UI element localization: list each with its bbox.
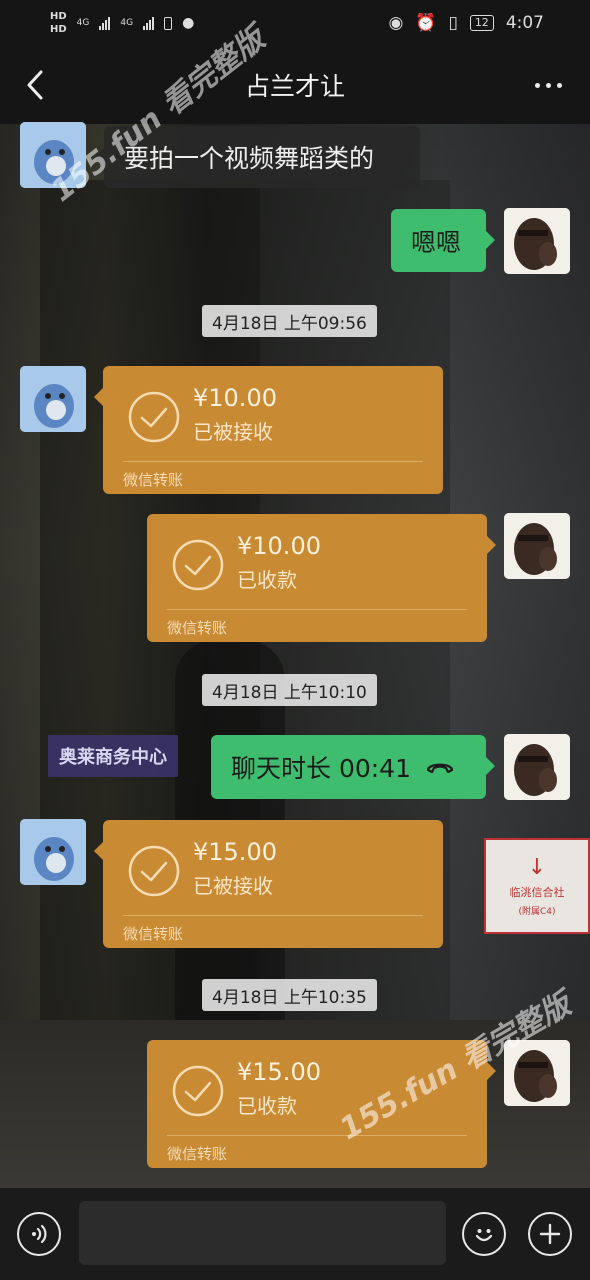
poster-line2: (附属C4) [518, 907, 556, 917]
background-poster: ↓ 临洮信合社 (附属C4) [484, 838, 590, 934]
transfer-amount: ¥15.00 [237, 1058, 321, 1086]
plus-icon [539, 1223, 561, 1245]
poster-line1: 临洮信合社 [509, 886, 565, 899]
contact-avatar[interactable] [20, 366, 86, 432]
dino-avatar-icon [20, 819, 86, 885]
transfer-status: 已收款 [237, 1094, 297, 1118]
poster-arrow-icon: ↓ [527, 855, 547, 880]
signal-icon [99, 16, 111, 30]
dino-avatar-icon [20, 122, 86, 188]
my-avatar[interactable] [504, 513, 570, 579]
man-avatar-icon [504, 734, 570, 800]
man-avatar-icon [504, 513, 570, 579]
alarm-icon: ⏰ [415, 13, 437, 33]
more-button[interactable] [535, 72, 562, 98]
network-type-2: 4G [120, 18, 134, 28]
transfer-label: 微信转账 [167, 619, 228, 637]
background-sign: 奥莱商务中心 [48, 735, 178, 777]
wechat-icon: ● [182, 15, 195, 31]
my-avatar[interactable] [504, 734, 570, 800]
transfer-divider [167, 609, 467, 610]
message-text: 要拍一个视频舞蹈类的 [124, 144, 375, 173]
message-bubble-incoming[interactable]: 要拍一个视频舞蹈类的 [95, 126, 420, 188]
eye-icon: ◉ [388, 13, 404, 33]
man-avatar-icon [504, 1040, 570, 1106]
contact-avatar[interactable] [20, 819, 86, 885]
voice-button[interactable] [17, 1212, 61, 1256]
transfer-status: 已被接收 [193, 874, 273, 898]
transfer-label: 微信转账 [167, 1145, 228, 1163]
transfer-status: 已收款 [237, 568, 297, 592]
input-bar [0, 1188, 590, 1280]
signal-icon-2 [143, 16, 155, 30]
timestamp: 4月18日 上午10:35 [202, 979, 377, 1011]
emoji-button[interactable] [462, 1212, 506, 1256]
message-text: 嗯嗯 [411, 227, 462, 257]
hd-badge-2: HD [50, 24, 67, 35]
call-duration-text: 聊天时长 00:41 [231, 754, 411, 783]
contact-avatar[interactable] [20, 122, 86, 188]
transfer-card-incoming[interactable]: ¥10.00 已被接收 微信转账 [94, 366, 443, 494]
transfer-amount: ¥15.00 [193, 838, 277, 866]
transfer-status: 已被接收 [193, 420, 273, 444]
hd-badge-1: HD [50, 11, 67, 22]
call-record-bubble[interactable]: 聊天时长 00:41 [211, 735, 495, 799]
transfer-divider [167, 1135, 467, 1136]
status-bar: HD HD 4G 4G ● ◉ ⏰ ▯ 12 4:07 [0, 0, 590, 46]
transfer-amount: ¥10.00 [237, 532, 321, 560]
message-bubble-outgoing[interactable]: 嗯嗯 [391, 209, 495, 272]
network-type-1: 4G [76, 18, 90, 28]
check-circle-icon [128, 845, 180, 897]
check-circle-icon [172, 539, 224, 591]
check-circle-icon [172, 1065, 224, 1117]
transfer-card-incoming[interactable]: ¥15.00 已被接收 微信转账 [94, 820, 443, 948]
voice-icon [32, 1224, 47, 1244]
transfer-divider [123, 461, 423, 462]
dino-avatar-icon [20, 366, 86, 432]
man-avatar-icon [504, 208, 570, 274]
transfer-card-outgoing[interactable]: ¥15.00 已收款 微信转账 [147, 1040, 496, 1168]
back-button[interactable] [20, 68, 50, 102]
status-time: 4:07 [505, 13, 544, 33]
chat-header: 占兰才让 [0, 46, 590, 124]
message-input[interactable] [79, 1201, 446, 1265]
check-circle-icon [128, 391, 180, 443]
my-avatar[interactable] [504, 208, 570, 274]
back-arrow-icon [27, 70, 43, 100]
plus-button[interactable] [528, 1212, 572, 1256]
vibrate-icon: ▯ [448, 13, 458, 33]
battery-icon: 12 [469, 15, 494, 31]
phone-hangup-icon [426, 763, 454, 774]
timestamp: 4月18日 上午10:10 [202, 674, 377, 706]
transfer-label: 微信转账 [123, 471, 184, 489]
my-avatar[interactable] [504, 1040, 570, 1106]
more-dots-icon [535, 82, 562, 88]
sim-icon [164, 16, 173, 30]
transfer-amount: ¥10.00 [193, 384, 277, 412]
timestamp: 4月18日 上午09:56 [202, 305, 377, 337]
emoji-icon [475, 1229, 493, 1242]
chat-title: 占兰才让 [244, 72, 345, 101]
transfer-divider [123, 915, 423, 916]
transfer-label: 微信转账 [123, 925, 184, 943]
transfer-card-outgoing[interactable]: ¥10.00 已收款 微信转账 [147, 514, 496, 642]
